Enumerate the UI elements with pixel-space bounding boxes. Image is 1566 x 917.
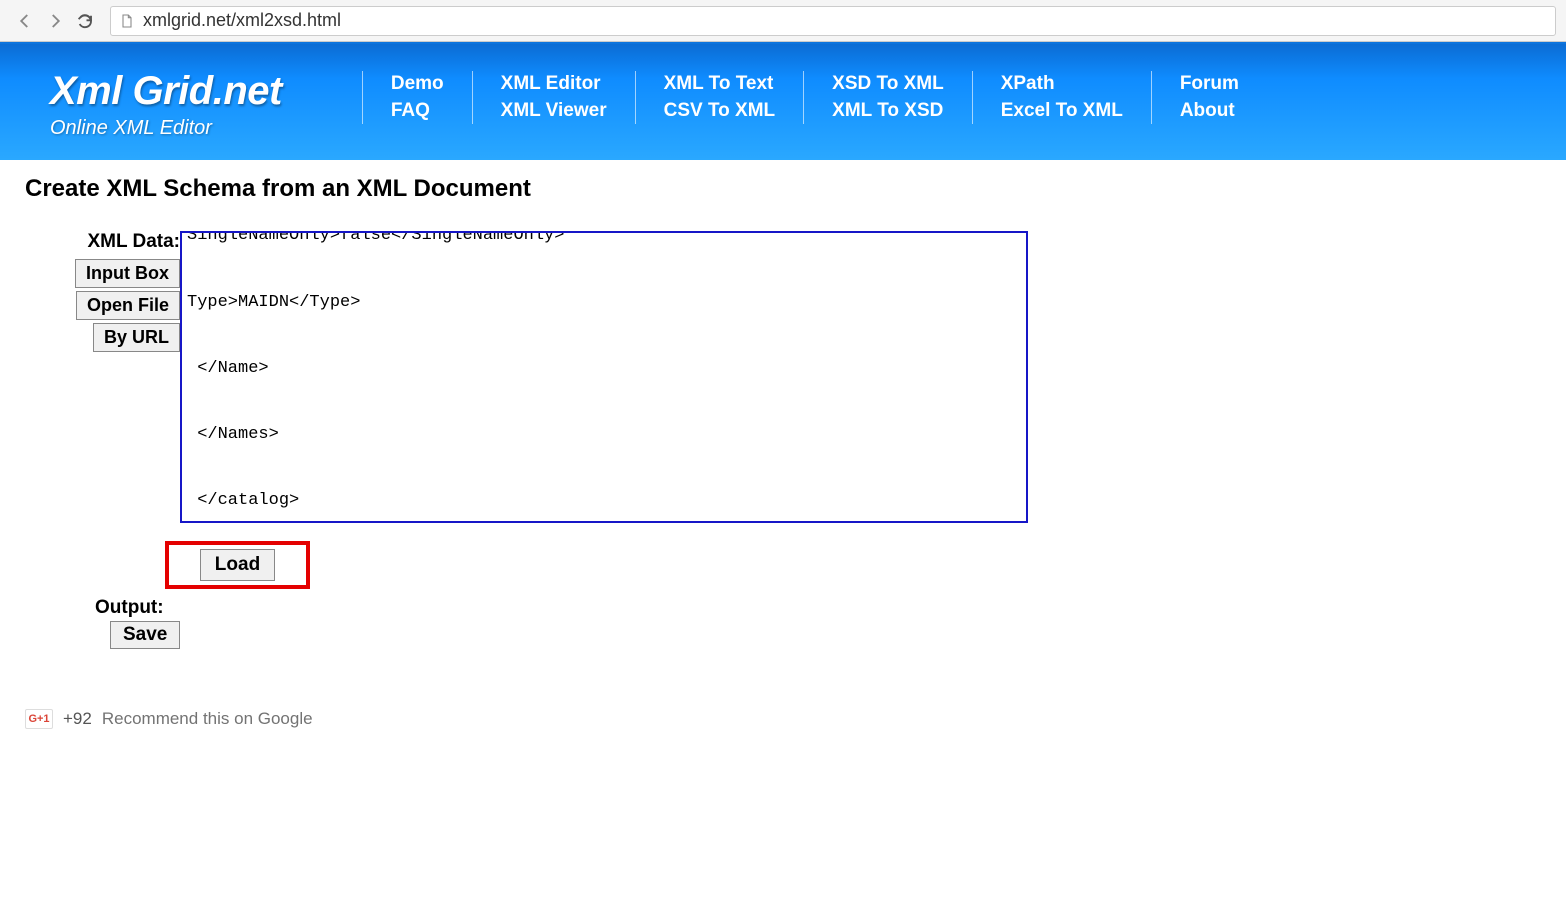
google-plus-icon[interactable]: G+1: [25, 709, 53, 729]
page-title: Create XML Schema from an XML Document: [25, 175, 1541, 203]
nav-xsd-to-xml[interactable]: XSD To XML: [832, 71, 944, 98]
brand-title-mid: Grid: [132, 69, 212, 113]
main-content: Create XML Schema from an XML Document X…: [0, 160, 1566, 749]
brand-title-suffix: .net: [213, 69, 282, 113]
brand-title-main: Xml: [50, 69, 122, 113]
xml-data-label: XML Data:: [87, 231, 180, 253]
recommend-text: Recommend this on Google: [102, 709, 313, 729]
nav-demo[interactable]: Demo: [391, 71, 444, 98]
top-nav: Demo FAQ XML Editor XML Viewer XML To Te…: [362, 71, 1267, 124]
left-column: XML Data: Input Box Open File By URL: [25, 231, 180, 352]
forward-button[interactable]: [40, 6, 70, 36]
nav-xml-to-text[interactable]: XML To Text: [664, 71, 776, 98]
by-url-button[interactable]: By URL: [93, 323, 180, 352]
nav-xml-to-xsd[interactable]: XML To XSD: [832, 98, 944, 125]
reload-button[interactable]: [70, 6, 100, 36]
brand: Xml Grid.net Online XML Editor: [50, 69, 282, 140]
nav-faq[interactable]: FAQ: [391, 98, 444, 125]
input-box-button[interactable]: Input Box: [75, 259, 180, 288]
page-icon: [119, 13, 135, 29]
address-bar[interactable]: xmlgrid.net/xml2xsd.html: [110, 6, 1556, 36]
nav-xpath[interactable]: XPath: [1001, 71, 1123, 98]
url-text: xmlgrid.net/xml2xsd.html: [143, 10, 341, 31]
open-file-button[interactable]: Open File: [76, 291, 180, 320]
form-area: XML Data: Input Box Open File By URL: [25, 231, 1045, 528]
textarea-wrap: [180, 231, 1028, 528]
load-highlight: Load: [165, 541, 310, 589]
back-button[interactable]: [10, 6, 40, 36]
output-label: Output:: [95, 597, 1541, 619]
save-button[interactable]: Save: [110, 621, 180, 649]
nav-excel-to-xml[interactable]: Excel To XML: [1001, 98, 1123, 125]
nav-xml-editor[interactable]: XML Editor: [501, 71, 607, 98]
nav-csv-to-xml[interactable]: CSV To XML: [664, 98, 776, 125]
xml-input[interactable]: [180, 231, 1028, 523]
brand-title: Xml Grid.net: [50, 69, 282, 114]
nav-xml-viewer[interactable]: XML Viewer: [501, 98, 607, 125]
load-button[interactable]: Load: [200, 549, 275, 581]
brand-tagline: Online XML Editor: [50, 117, 282, 140]
site-header: Xml Grid.net Online XML Editor Demo FAQ …: [0, 42, 1566, 160]
gplus-count: +92: [63, 709, 92, 729]
nav-about[interactable]: About: [1180, 98, 1239, 125]
social-bar: G+1 +92 Recommend this on Google: [25, 704, 1541, 734]
nav-forum[interactable]: Forum: [1180, 71, 1239, 98]
output-row: Output: Save: [95, 597, 1541, 649]
browser-toolbar: xmlgrid.net/xml2xsd.html: [0, 0, 1566, 42]
